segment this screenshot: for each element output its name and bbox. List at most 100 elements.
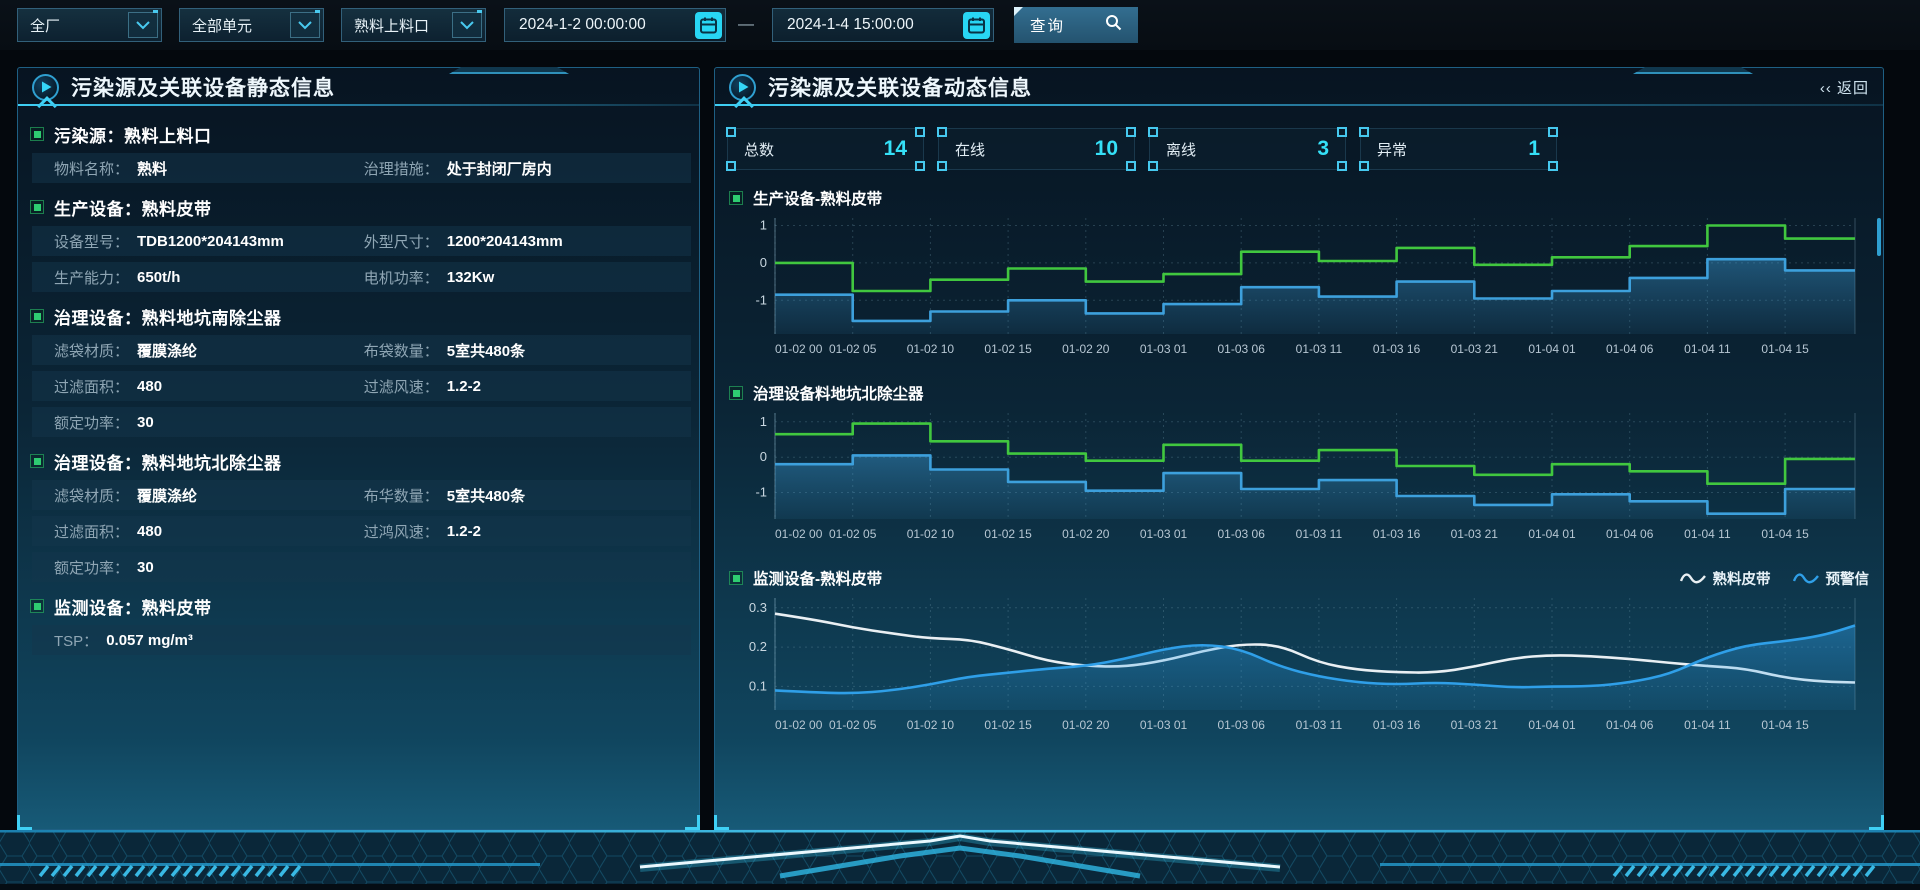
dynamic-info-panel: 污染源及关联设备动态信息 ‹‹ 返回 总数 14 在线10 离线 3 异常 1 生产设备-熟… [714,67,1884,830]
chart-svg: 01-02 0001-02 0501-02 1001-02 1501-02 20… [729,405,1871,545]
chart-title: 生产设备-熟料皮带 [753,187,1869,209]
stat-label: 异常 [1377,139,1407,160]
plant-select[interactable]: 全厂 [17,8,162,42]
stat-value: 14 [884,137,907,161]
svg-text:0.2: 0.2 [749,639,767,654]
static-info-list: 污染源：熟料上料口物料名称：熟料治理措施：处于封闭厂房内生产设备：熟料皮带设备型… [18,106,699,655]
scrollbar[interactable] [1877,218,1881,256]
svg-text:01-04 01: 01-04 01 [1528,718,1576,732]
query-button[interactable]: 查询 [1014,7,1138,43]
section-bullet-icon [729,386,743,400]
stat-label: 在线 [955,139,985,160]
svg-text:01-03 01: 01-03 01 [1140,527,1188,541]
stat-label: 离线 [1166,139,1196,160]
corner-decoration [685,815,700,830]
chart-title-row: 生产设备-熟料皮带 [729,186,1869,210]
info-cell: 过滤面积：480 [32,521,342,542]
field-value: 1200*204143mm [447,233,563,250]
back-button[interactable]: ‹‹ 返回 [1820,77,1869,98]
field-value: 480 [137,378,162,395]
chart-title: 治理设备料地坑北除尘器 [753,382,1869,404]
svg-text:01-04 11: 01-04 11 [1684,718,1731,732]
plant-select-value: 全厂 [30,15,128,36]
info-cell: 过滤风速： 1.2-2 [342,376,691,397]
info-row: 额定功率：30 [32,552,691,582]
svg-text:01-04 11: 01-04 11 [1684,342,1731,356]
svg-text:01-04 01: 01-04 01 [1528,342,1576,356]
chevron-down-icon[interactable] [452,12,482,38]
source-select[interactable]: 熟料上料口 [341,8,486,42]
field-label: 过滤风速： [364,376,439,397]
legend-item[interactable]: 熟料皮带 [1680,568,1771,589]
svg-text:01-03 06: 01-03 06 [1218,527,1266,541]
field-label: 物料名称： [54,158,129,179]
section-header: 监测设备：熟料皮带 [30,593,687,619]
stat-box: 离线 3 [1149,128,1346,170]
search-icon [1105,14,1122,36]
field-value: 1.2-2 [447,378,481,395]
svg-text:01-02 00: 01-02 00 [775,718,823,732]
start-datetime-input[interactable]: 2024-1-2 00:00:00 [504,8,726,42]
info-row: 滤袋材质：覆膜涤纶布袋数量：5室共480条 [32,335,691,365]
field-value: 132Kw [447,269,495,286]
svg-text:01-03 06: 01-03 06 [1218,718,1266,732]
svg-text:01-03 11: 01-03 11 [1296,718,1343,732]
info-cell: 滤袋材质：覆膜涤纶 [32,340,342,361]
field-value: TDB1200*204143mm [137,233,284,250]
legend-label: 预警信 [1826,568,1870,589]
stat-box: 在线10 [938,128,1135,170]
stat-label: 总数 [744,139,774,160]
svg-text:01-02 05: 01-02 05 [829,718,877,732]
svg-text:01-03 21: 01-03 21 [1451,527,1499,541]
section-bullet-icon [30,309,44,323]
chevron-down-icon[interactable] [290,12,320,38]
legend-item[interactable]: 预警信 [1793,568,1870,589]
field-label: 额定功率： [54,412,129,433]
legend-line-icon [1793,572,1819,585]
page-title-static: 污染源及关联设备静态信息 [71,72,685,102]
date-range-separator: — [738,16,754,34]
section-header: 治理设备：熟料地坑北除尘器 [30,448,687,474]
section-bullet-icon [30,454,44,468]
calendar-icon[interactable] [963,12,990,39]
chart-svg: 01-02 0001-02 0501-02 1001-02 1501-02 20… [729,590,1871,736]
stat-value: 3 [1317,137,1329,161]
svg-text:-1: -1 [755,292,767,307]
section-bullet-icon [729,191,743,205]
svg-text:01-04 11: 01-04 11 [1684,527,1731,541]
info-cell: 外型尺寸： 1200*204143mm [342,231,691,252]
panel-header: 污染源及关联设备动态信息 ‹‹ 返回 [715,68,1883,106]
stat-box: 总数 14 [727,128,924,170]
info-cell: TSP：0.057 mg/m³ [32,630,342,651]
field-value: 0.057 mg/m³ [106,632,193,649]
svg-text:0.1: 0.1 [749,678,767,693]
stat-value: 1 [1528,137,1540,161]
corner-decoration [714,815,729,830]
chart-svg: 01-02 0001-02 0501-02 1001-02 1501-02 20… [729,210,1871,360]
info-row: 过滤面积：480过鸿风速：1.2-2 [32,516,691,546]
info-cell: 过鸿风速：1.2-2 [342,521,691,542]
svg-text:01-02 15: 01-02 15 [984,527,1032,541]
end-datetime-input[interactable]: 2024-1-4 15:00:00 [772,8,994,42]
unit-select-value: 全部单元 [192,15,290,36]
field-label: 布华数量： [364,485,439,506]
section-bullet-icon [30,127,44,141]
static-info-panel: 污染源及关联设备静态信息 污染源：熟料上料口物料名称：熟料治理措施：处于封闭厂房… [17,67,700,830]
legend-label: 熟料皮带 [1713,568,1771,589]
svg-text:01-04 06: 01-04 06 [1606,342,1654,356]
info-row: 过滤面积：480过滤风速：1.2-2 [32,371,691,401]
end-datetime-value: 2024-1-4 15:00:00 [787,16,963,34]
chevron-down-icon[interactable] [128,12,158,38]
calendar-icon[interactable] [695,12,722,39]
field-label: 布袋数量： [364,340,439,361]
svg-text:01-02 05: 01-02 05 [829,342,877,356]
field-label: 外型尺寸： [364,231,439,252]
info-cell: 布华数量：5室共480条 [342,485,691,506]
field-value: 处于封闭厂房内 [447,158,552,179]
section-header: 生产设备：熟料皮带 [30,194,687,220]
field-value: 1.2-2 [447,523,481,540]
unit-select[interactable]: 全部单元 [179,8,324,42]
section-header: 治理设备：熟料地坑南除尘器 [30,303,687,329]
source-select-value: 熟料上料口 [354,15,452,36]
section-title: 治理设备：熟料地坑南除尘器 [54,304,282,329]
